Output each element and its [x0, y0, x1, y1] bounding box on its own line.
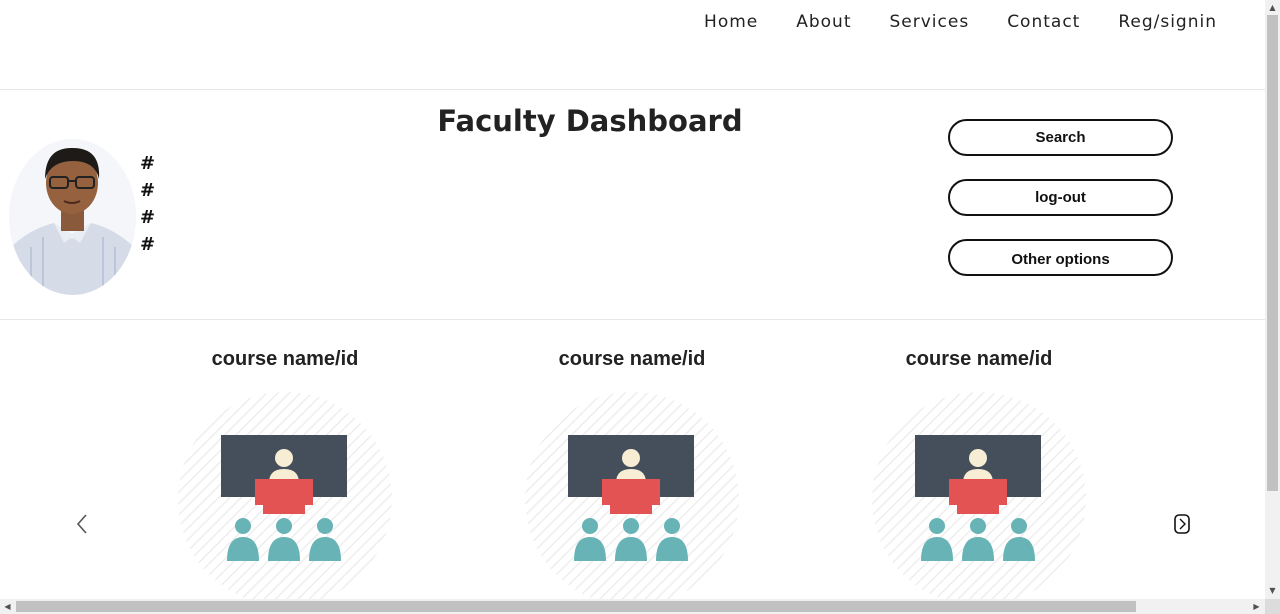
- classroom-icon: [872, 392, 1086, 599]
- course-title: course name/id: [905, 348, 1053, 370]
- top-navbar: Home About Services Contact Reg/signin: [0, 0, 1265, 90]
- profile-header: # # # # Faculty Dashboard Search log-out…: [0, 90, 1265, 320]
- course-card[interactable]: course name/id: [502, 345, 762, 599]
- course-card[interactable]: course name/id: [155, 345, 415, 599]
- course-card[interactable]: course name/id: [849, 345, 1109, 599]
- nav-about[interactable]: About: [796, 12, 851, 32]
- person-photo-icon: [9, 139, 136, 295]
- nav-reg-signin[interactable]: Reg/signin: [1118, 12, 1217, 32]
- nav-services[interactable]: Services: [890, 12, 970, 32]
- horizontal-scroll-thumb[interactable]: [16, 601, 1136, 612]
- scroll-down-icon[interactable]: ▼: [1268, 586, 1277, 595]
- avatar: [9, 139, 136, 295]
- search-button[interactable]: Search: [948, 119, 1173, 156]
- scroll-up-icon[interactable]: ▲: [1268, 3, 1277, 12]
- faculty-info-list: # # # #: [140, 150, 155, 258]
- scroll-left-icon[interactable]: ◀: [3, 602, 12, 611]
- faculty-info-item: #: [140, 234, 156, 255]
- course-carousel: course name/id course name/id course nam…: [0, 321, 1265, 599]
- scroll-right-icon[interactable]: ▶: [1252, 602, 1261, 611]
- chevron-left-icon[interactable]: [74, 513, 92, 535]
- logout-button[interactable]: log-out: [948, 179, 1173, 216]
- nav-contact[interactable]: Contact: [1007, 12, 1080, 32]
- faculty-info-item: #: [140, 207, 156, 228]
- chevron-right-icon[interactable]: [1172, 513, 1192, 535]
- nav-home[interactable]: Home: [704, 12, 758, 32]
- vertical-scrollbar[interactable]: ▲ ▼: [1265, 0, 1280, 599]
- course-title: course name/id: [558, 348, 706, 370]
- scrollbar-corner: [1265, 599, 1280, 614]
- classroom-icon: [178, 392, 392, 599]
- classroom-icon: [525, 392, 739, 599]
- other-options-button[interactable]: Other options: [948, 239, 1173, 276]
- nav-menu: Home About Services Contact Reg/signin: [704, 12, 1217, 32]
- course-title: course name/id: [211, 348, 359, 370]
- faculty-info-item: #: [140, 153, 156, 174]
- page-title: Faculty Dashboard: [437, 104, 743, 138]
- horizontal-scrollbar[interactable]: ◀ ▶: [0, 599, 1265, 614]
- vertical-scroll-thumb[interactable]: [1267, 15, 1278, 491]
- faculty-info-item: #: [140, 180, 156, 201]
